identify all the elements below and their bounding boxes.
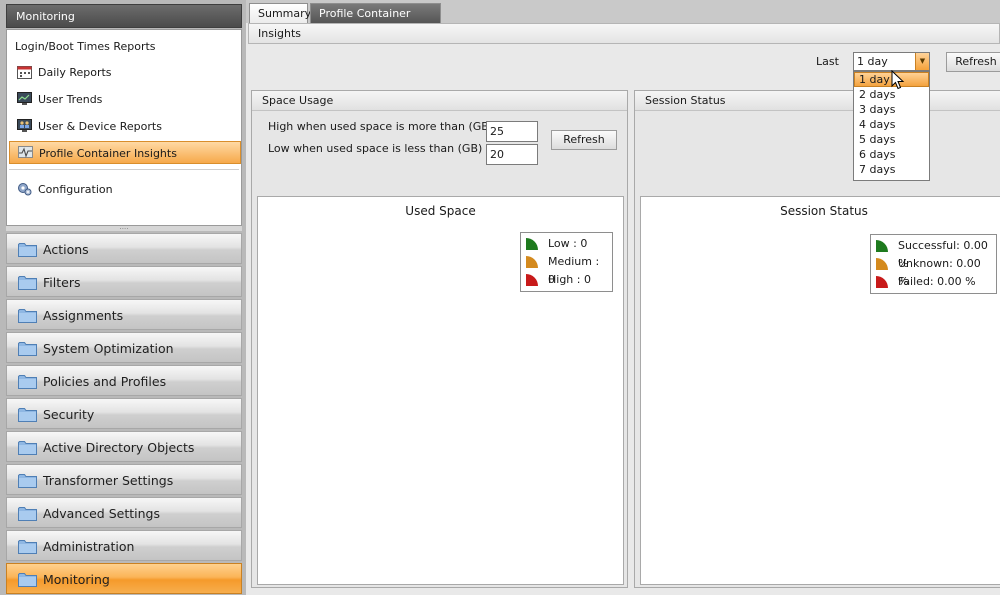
section-security[interactable]: Security xyxy=(6,398,242,429)
nav-item-label: Daily Reports xyxy=(38,66,112,79)
section-label: Security xyxy=(43,407,95,422)
legend-item-failed: Failed: 0.00 % xyxy=(874,273,993,291)
section-label: Advanced Settings xyxy=(43,506,160,521)
gears-icon xyxy=(18,183,32,196)
legend-item-high: High : 0 xyxy=(524,271,609,289)
space-usage-title: Space Usage xyxy=(252,91,627,111)
nav-list: Login/Boot Times Reports Daily Reports U… xyxy=(6,29,242,226)
session-status-chart: Session Status Successful: 0.00 % Unknow… xyxy=(640,196,1000,585)
time-range-dropdown[interactable]: 1 day ▼ xyxy=(853,52,930,71)
low-threshold-label: Low when used space is less than (GB) xyxy=(268,142,483,155)
section-administration[interactable]: Administration xyxy=(6,530,242,561)
session-status-panel: Session Status Session Status Successful… xyxy=(634,90,1000,588)
space-refresh-button[interactable]: Refresh xyxy=(551,130,617,150)
nav-item-label: Configuration xyxy=(38,183,113,196)
nav-item-label: User & Device Reports xyxy=(38,120,162,133)
quarter-pie-icon xyxy=(876,258,888,270)
dropdown-option[interactable]: 5 days xyxy=(854,132,929,147)
dropdown-option[interactable]: 4 days xyxy=(854,117,929,132)
legend-item-successful: Successful: 0.00 % xyxy=(874,237,993,270)
nav-item-label: Login/Boot Times Reports xyxy=(15,40,156,53)
legend-item-low: Low : 0 xyxy=(524,235,609,253)
nav-item-configuration[interactable]: Configuration xyxy=(9,178,241,201)
section-active-directory-objects[interactable]: Active Directory Objects xyxy=(6,431,242,462)
section-label: Monitoring xyxy=(43,572,110,587)
quarter-pie-icon xyxy=(526,238,538,250)
tab-bar: Summary Profile Container Status xyxy=(246,0,1000,39)
folder-icon xyxy=(18,408,37,422)
folder-icon xyxy=(18,441,37,455)
section-assignments[interactable]: Assignments xyxy=(6,299,242,330)
quarter-pie-icon xyxy=(526,256,538,268)
legend-item-unknown: Unknown: 0.00 % xyxy=(874,255,993,288)
section-label: Administration xyxy=(43,539,135,554)
pulse-icon xyxy=(18,146,33,158)
insights-header: Insights xyxy=(248,23,1000,44)
nav-divider xyxy=(9,169,239,170)
section-filters[interactable]: Filters xyxy=(6,266,242,297)
section-system-optimization[interactable]: System Optimization xyxy=(6,332,242,363)
used-space-legend: Low : 0 Medium : 0 High : 0 xyxy=(520,232,613,292)
high-threshold-label: High when used space is more than (GB) xyxy=(268,120,494,133)
folder-icon xyxy=(18,309,37,323)
space-usage-panel: Space Usage High when used space is more… xyxy=(251,90,628,588)
section-policies-and-profiles[interactable]: Policies and Profiles xyxy=(6,365,242,396)
low-threshold-input[interactable]: 20 xyxy=(486,144,538,165)
mouse-cursor-icon xyxy=(891,70,905,90)
section-label: Policies and Profiles xyxy=(43,374,167,389)
dropdown-option[interactable]: 3 days xyxy=(854,102,929,117)
calendar-icon xyxy=(17,66,32,79)
chart-title: Session Status xyxy=(780,204,868,218)
section-label: System Optimization xyxy=(43,341,174,356)
monitor-chart-icon xyxy=(17,92,32,105)
splitter-grip[interactable]: .... xyxy=(6,224,242,231)
dropdown-option[interactable]: 6 days xyxy=(854,147,929,162)
left-navigation: Monitoring Login/Boot Times Reports Dail… xyxy=(0,0,246,595)
folder-icon xyxy=(18,573,37,587)
refresh-button[interactable]: Refresh xyxy=(946,52,1000,72)
session-status-legend: Successful: 0.00 % Unknown: 0.00 % Faile… xyxy=(870,234,997,294)
main-content: Summary Profile Container Status Insight… xyxy=(246,0,1000,595)
monitor-users-icon xyxy=(17,119,32,132)
used-space-chart: Used Space Low : 0 Medium : 0 High : 0 xyxy=(257,196,624,585)
folder-icon xyxy=(18,540,37,554)
section-advanced-settings[interactable]: Advanced Settings xyxy=(6,497,242,528)
legend-item-medium: Medium : 0 xyxy=(524,253,609,286)
tab-profile-container-status[interactable]: Profile Container Status xyxy=(310,3,441,39)
section-label: Transformer Settings xyxy=(43,473,174,488)
folder-icon xyxy=(18,276,37,290)
nav-item-login-boot-times-reports[interactable]: Login/Boot Times Reports xyxy=(9,35,241,58)
section-actions[interactable]: Actions xyxy=(6,233,242,264)
folder-icon xyxy=(18,507,37,521)
section-label: Active Directory Objects xyxy=(43,440,195,455)
dropdown-option[interactable]: 7 days xyxy=(854,162,929,177)
nav-item-label: Profile Container Insights xyxy=(39,147,177,160)
session-status-title: Session Status xyxy=(635,91,1000,111)
folder-icon xyxy=(18,474,37,488)
quarter-pie-icon xyxy=(876,276,888,288)
folder-icon xyxy=(18,342,37,356)
nav-item-user-device-reports[interactable]: User & Device Reports xyxy=(9,115,241,138)
folder-icon xyxy=(18,375,37,389)
chart-title: Used Space xyxy=(405,204,476,218)
high-threshold-input[interactable]: 25 xyxy=(486,121,538,142)
nav-item-label: User Trends xyxy=(38,93,103,106)
nav-item-profile-container-insights[interactable]: Profile Container Insights xyxy=(9,141,241,164)
section-label: Assignments xyxy=(43,308,124,323)
nav-header: Monitoring xyxy=(6,4,242,28)
nav-item-user-trends[interactable]: User Trends xyxy=(9,88,241,111)
section-monitoring[interactable]: Monitoring xyxy=(6,563,242,594)
folder-icon xyxy=(18,243,37,257)
section-label: Actions xyxy=(43,242,89,257)
last-label: Last xyxy=(816,55,839,68)
section-transformer-settings[interactable]: Transformer Settings xyxy=(6,464,242,495)
section-label: Filters xyxy=(43,275,81,290)
time-range-value: 1 day xyxy=(857,55,888,68)
tab-summary[interactable]: Summary xyxy=(249,3,311,23)
quarter-pie-icon xyxy=(876,240,888,252)
nav-item-daily-reports[interactable]: Daily Reports xyxy=(9,61,241,84)
chevron-down-icon[interactable]: ▼ xyxy=(915,53,929,70)
quarter-pie-icon xyxy=(526,274,538,286)
